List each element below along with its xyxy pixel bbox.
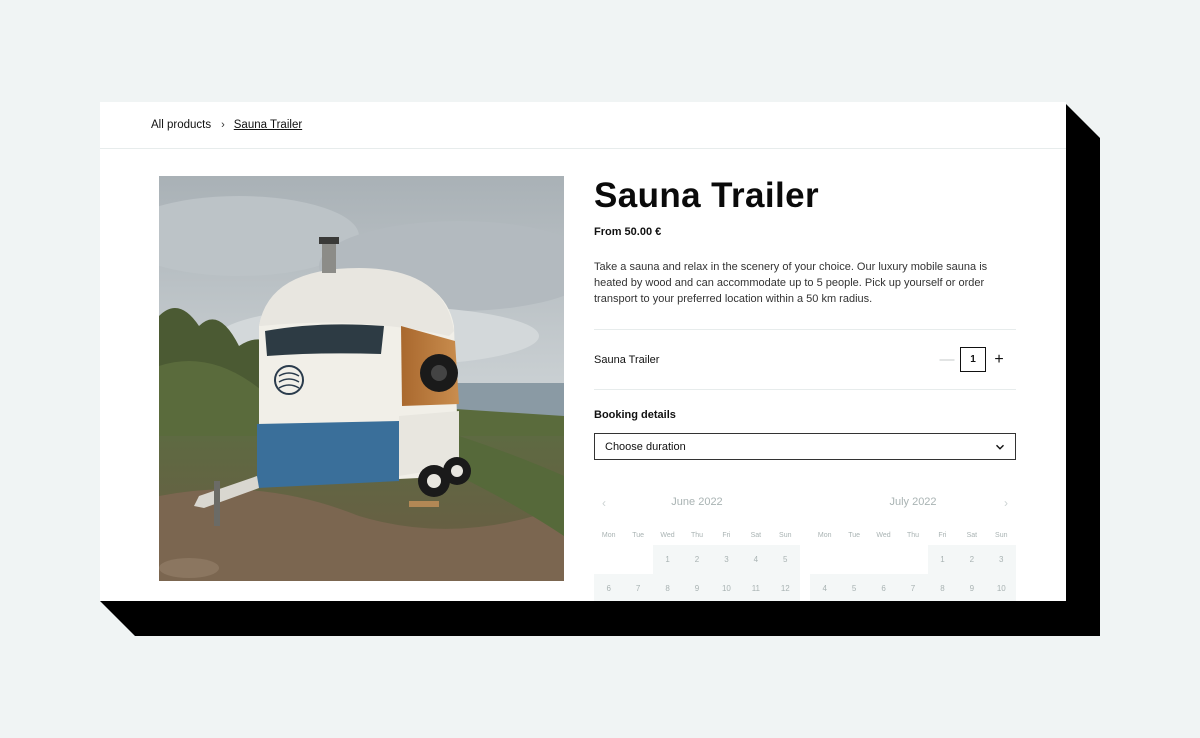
calendar-month-title: July 2022 <box>889 496 937 508</box>
calendar-month-title: June 2022 <box>671 496 723 508</box>
quantity-item-label: Sauna Trailer <box>594 353 660 366</box>
scene: All products › Sauna Trailer Sauna Trail… <box>0 0 1200 738</box>
product-image <box>159 176 564 581</box>
calendar-header: July 2022 › <box>810 496 1016 510</box>
calendar-day[interactable]: 3 <box>711 545 742 574</box>
weekday-label: Wed <box>660 532 675 539</box>
calendar-day[interactable]: 4 <box>741 545 771 574</box>
divider <box>594 389 1016 390</box>
weekday-label: Sun <box>779 532 792 539</box>
weekday-label: Fri <box>722 532 731 539</box>
breadcrumb-current[interactable]: Sauna Trailer <box>234 119 302 131</box>
quantity-stepper: — 1 + <box>936 347 1010 372</box>
calendar-day[interactable]: 6 <box>868 574 899 601</box>
weekday-label: Thu <box>690 532 704 539</box>
calendar-day[interactable]: 5 <box>839 574 869 601</box>
product-page-card: All products › Sauna Trailer Sauna Trail… <box>100 102 1066 601</box>
product-title: Sauna Trailer <box>594 176 820 215</box>
calendar-day[interactable]: 11 <box>741 574 771 601</box>
product-price: From 50.00 € <box>594 226 662 238</box>
calendar-july: July 2022 › Mon Tue Wed Thu Fri Sat Sun 123 456… <box>810 496 1016 601</box>
calendar-day[interactable]: 7 <box>898 574 928 601</box>
weekday-label: Tue <box>632 532 645 539</box>
calendar-day[interactable]: 6 <box>594 574 624 601</box>
plus-icon[interactable]: + <box>988 351 1010 369</box>
calendar-june: ‹ June 2022 Mon Tue Wed Thu Fri Sat Sun 123456… <box>594 496 800 601</box>
calendar-day[interactable]: 8 <box>652 574 683 601</box>
weekday-label: Mon <box>817 532 832 539</box>
calendar-day[interactable]: 5 <box>770 545 800 574</box>
calendar-day[interactable]: 8 <box>927 574 958 601</box>
chevron-right-icon[interactable]: › <box>1004 496 1008 510</box>
duration-select-value: Choose duration <box>605 440 686 453</box>
calendar-day[interactable]: 1 <box>927 545 958 574</box>
weekday-label: Thu <box>906 532 920 539</box>
chevron-down-icon <box>996 444 1004 450</box>
weekday-row: Mon Tue Wed Thu Fri Sat Sun <box>810 532 1016 539</box>
breadcrumb: All products › Sauna Trailer <box>100 102 1066 149</box>
calendar-empty-cell <box>810 545 839 574</box>
calendar-empty-cell <box>869 545 898 574</box>
calendar-day[interactable]: 9 <box>682 574 712 601</box>
calendar-day[interactable]: 4 <box>810 574 840 601</box>
calendar-header: ‹ June 2022 <box>594 496 800 510</box>
chevron-left-icon[interactable]: ‹ <box>602 496 606 510</box>
booking-details-title: Booking details <box>594 409 676 421</box>
calendar-day[interactable]: 2 <box>682 545 712 574</box>
product-description: Take a sauna and relax in the scenery of… <box>594 261 988 305</box>
calendar-day[interactable]: 9 <box>957 574 987 601</box>
breadcrumb-link-all-products[interactable]: All products <box>151 119 211 131</box>
weekday-label: Sat <box>750 532 762 539</box>
weekday-row: Mon Tue Wed Thu Fri Sat Sun <box>594 532 800 539</box>
date-picker: ‹ June 2022 Mon Tue Wed Thu Fri Sat Sun 123456… <box>594 496 1016 601</box>
calendar-empty-cell <box>898 545 927 574</box>
calendar-day[interactable]: 3 <box>986 545 1016 574</box>
calendar-day[interactable]: 12 <box>770 574 800 601</box>
calendar-day[interactable]: 2 <box>957 545 987 574</box>
calendar-day[interactable]: 10 <box>986 574 1016 601</box>
calendar-day[interactable]: 1 <box>652 545 683 574</box>
weekday-label: Sat <box>966 532 978 539</box>
product-info: Sauna Trailer From 50.00 € Take a sauna … <box>594 176 1016 601</box>
day-grid: 1 2 3 4 5 6 7 8 9 10 <box>810 545 1016 601</box>
chevron-right-icon: › <box>221 119 225 131</box>
weekday-label: Fri <box>938 532 947 539</box>
duration-select[interactable]: Choose duration <box>594 433 1016 460</box>
calendar-day[interactable]: 10 <box>711 574 742 601</box>
calendar-empty-cell <box>839 545 868 574</box>
weekday-label: Tue <box>848 532 861 539</box>
weekday-label: Wed <box>876 532 891 539</box>
calendar-day[interactable]: 7 <box>623 574 653 601</box>
quantity-row: Sauna Trailer — 1 + <box>594 330 1016 389</box>
calendar-empty-cell <box>594 545 623 574</box>
weekday-label: Sun <box>995 532 1008 539</box>
quantity-input[interactable]: 1 <box>960 347 986 372</box>
minus-icon[interactable]: — <box>936 351 958 368</box>
weekday-label: Mon <box>601 532 616 539</box>
calendar-empty-cell <box>623 545 652 574</box>
day-grid: 1 2 3 4 5 6 7 8 9 10 11 12 <box>594 545 800 601</box>
